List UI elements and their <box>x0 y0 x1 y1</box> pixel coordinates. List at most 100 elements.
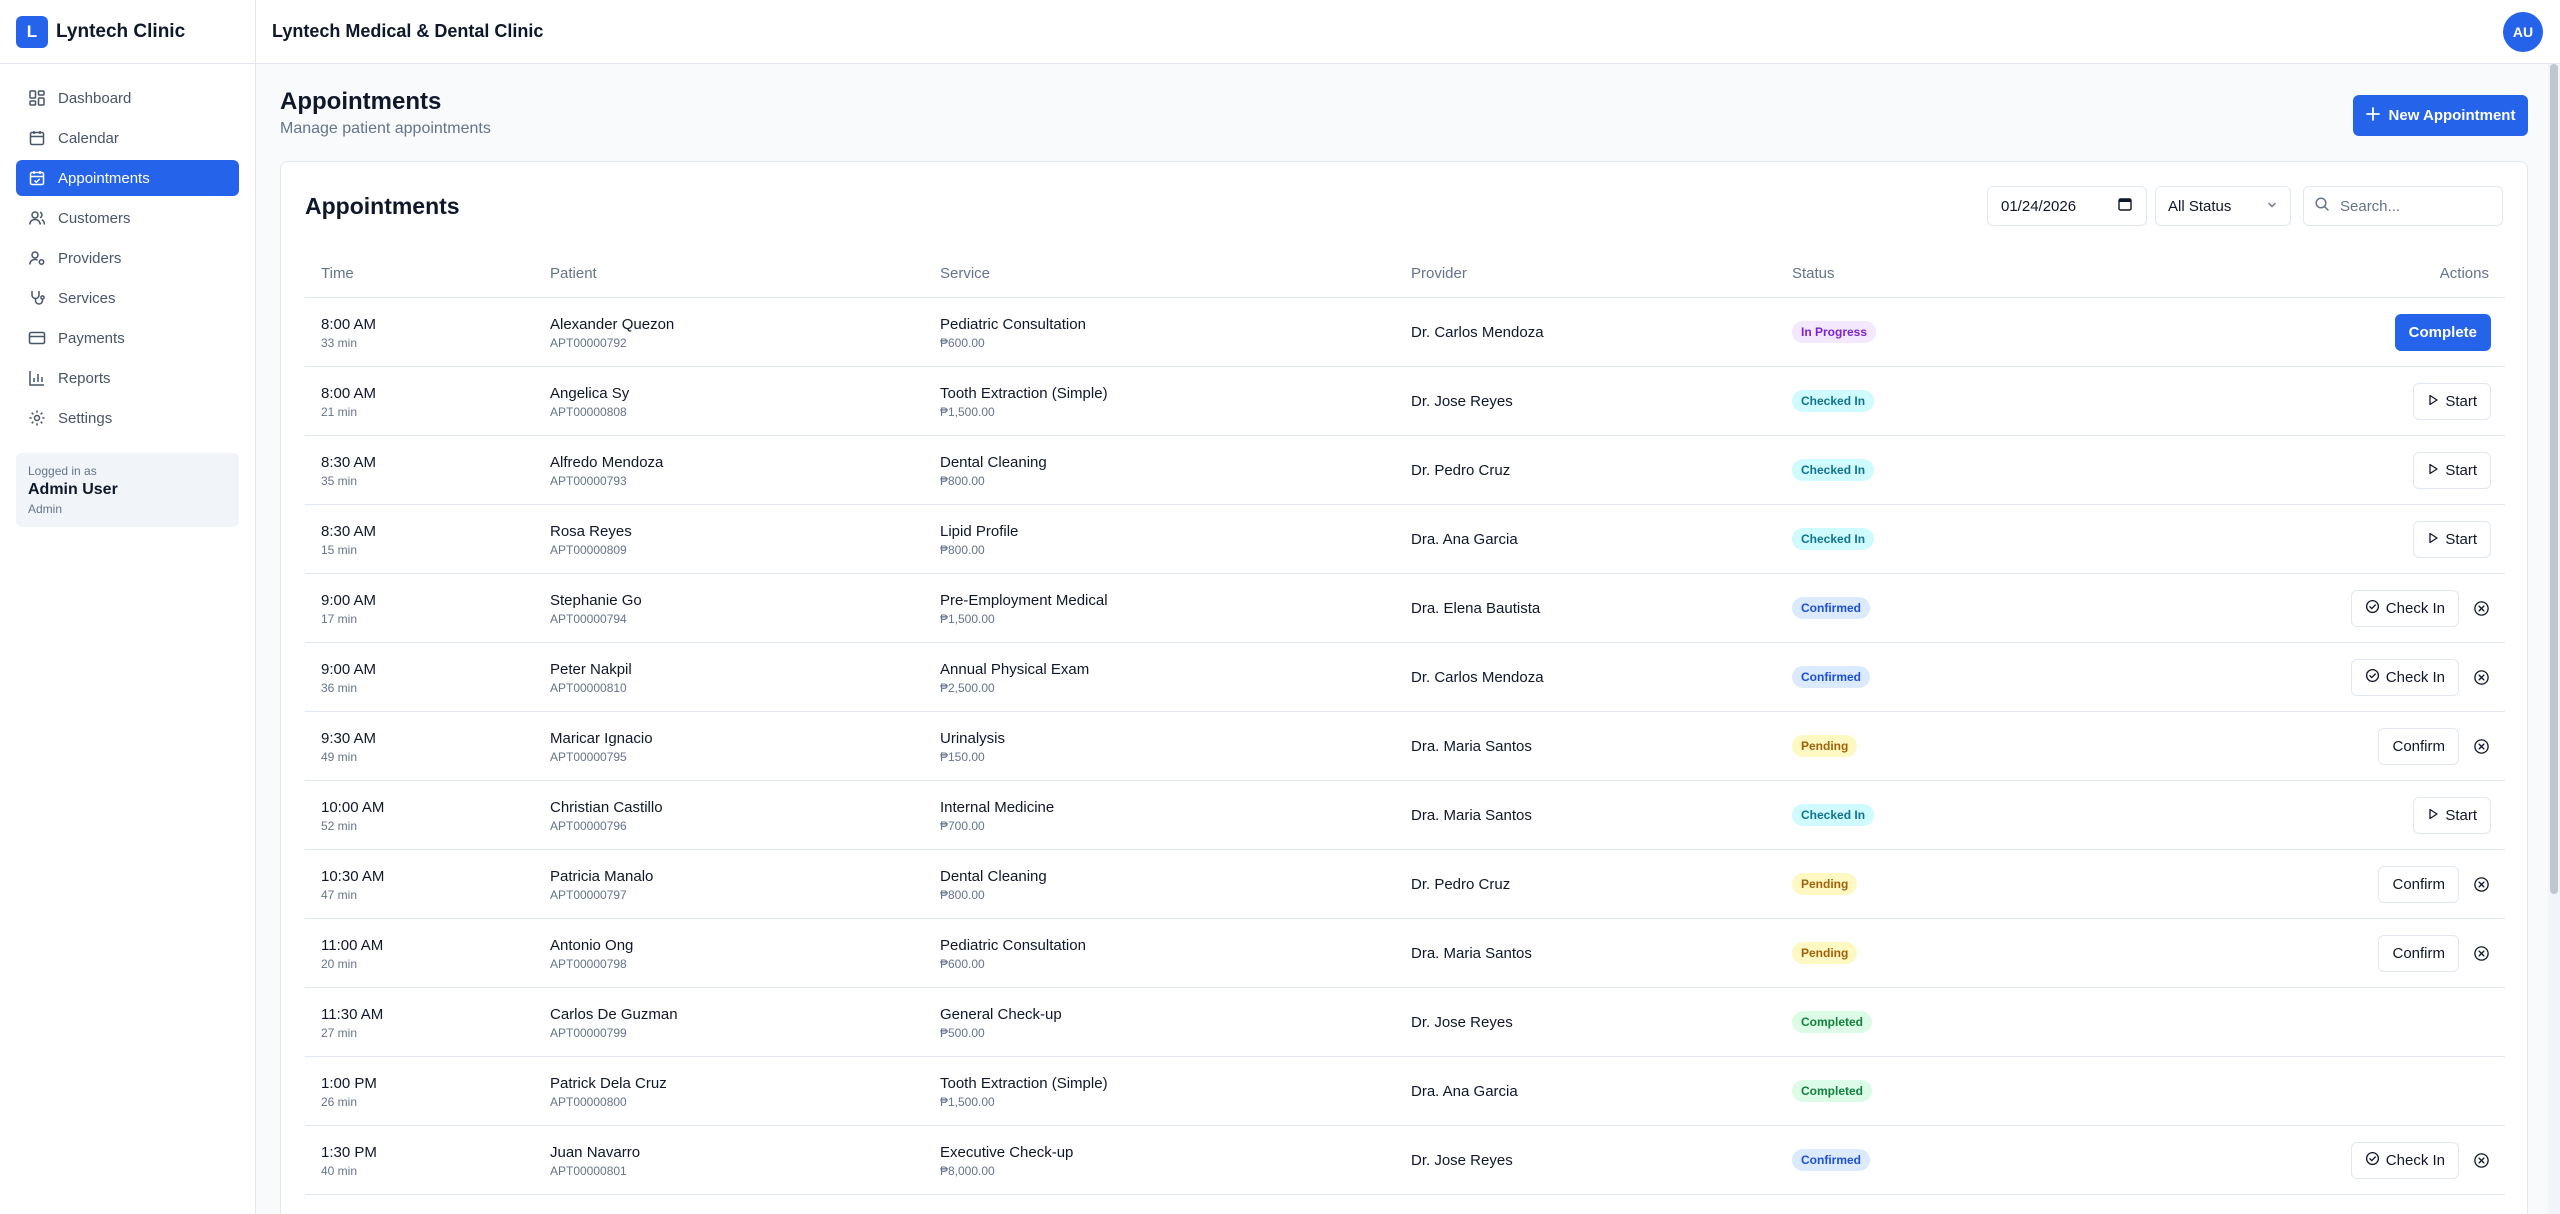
time-cell: 9:00 AM 17 min <box>321 592 376 626</box>
table-row[interactable]: 8:00 AM 33 min Alexander Quezon APT00000792… <box>305 298 2505 367</box>
scrollbar-thumb[interactable] <box>2550 64 2558 894</box>
search-input[interactable] <box>2340 197 2490 215</box>
start-button[interactable]: Start <box>2413 521 2491 558</box>
play-icon <box>2427 462 2439 479</box>
brand: L Lyntech Clinic <box>0 0 255 64</box>
sidebar-item-payments[interactable]: Payments <box>16 320 239 356</box>
search-box[interactable] <box>2303 186 2503 226</box>
cancel-icon[interactable] <box>2471 1151 2491 1171</box>
start-button[interactable]: Start <box>2413 797 2491 834</box>
table-row[interactable]: 9:00 AM 36 min Peter Nakpil APT00000810 Annu… <box>305 643 2505 712</box>
confirm-button[interactable]: Confirm <box>2378 935 2459 972</box>
patient-name: Angelica Sy <box>550 385 630 402</box>
row-actions: Start <box>2413 383 2491 420</box>
sidebar-item-providers[interactable]: Providers <box>16 240 239 276</box>
table-row[interactable]: 9:00 AM 17 min Stephanie Go APT00000794 Pre-… <box>305 574 2505 643</box>
confirm-button[interactable]: Confirm <box>2378 866 2459 903</box>
cancel-icon[interactable] <box>2471 668 2491 688</box>
table-row[interactable]: 8:30 AM 15 min Rosa Reyes APT00000809 Lipid … <box>305 505 2505 574</box>
service-price: ₱1,500.00 <box>940 1095 995 1109</box>
sidebar-item-label: Dashboard <box>58 89 132 107</box>
appointment-id: APT00000794 <box>550 612 627 626</box>
service-cell: Urinalysis ₱150.00 <box>940 730 1005 764</box>
col-status: Status <box>1792 265 1835 282</box>
sidebar-item-appointments[interactable]: Appointments <box>16 160 239 196</box>
confirm-label: Confirm <box>2392 738 2445 755</box>
start-button[interactable]: Start <box>2413 452 2491 489</box>
time-cell: 8:00 AM 33 min <box>321 316 376 350</box>
complete-label: Complete <box>2408 324 2477 341</box>
duration-value: 17 min <box>321 612 358 626</box>
sidebar-item-services[interactable]: Services <box>16 280 239 316</box>
table-row[interactable]: 1:30 PM 40 min Juan Navarro APT00000801 Exec… <box>305 1126 2505 1195</box>
cancel-icon[interactable] <box>2471 599 2491 619</box>
table-row[interactable]: 10:00 AM 52 min Christian Castillo APT00000… <box>305 781 2505 850</box>
appointment-id: APT00000809 <box>550 543 627 557</box>
service-price: ₱1,500.00 <box>940 612 995 626</box>
status-cell: Checked In <box>1792 528 1875 550</box>
sidebar-item-calendar[interactable]: Calendar <box>16 120 239 156</box>
calendar-check-icon <box>28 169 46 187</box>
page-subtitle: Manage patient appointments <box>280 120 491 137</box>
sidebar-item-customers[interactable]: Customers <box>16 200 239 236</box>
page-scrollbar[interactable] <box>2548 64 2560 1214</box>
duration-value: 20 min <box>321 957 358 971</box>
provider-name: Dr. Carlos Mendoza <box>1411 324 1544 341</box>
provider-name: Dr. Jose Reyes <box>1411 1152 1513 1169</box>
table-row[interactable]: 9:30 AM 49 min Maricar Ignacio APT00000795 U… <box>305 712 2505 781</box>
patient-cell: Carlos De Guzman APT00000799 <box>550 1006 678 1040</box>
cancel-icon[interactable] <box>2471 875 2491 895</box>
row-actions: Check In <box>2350 590 2491 627</box>
status-badge: Checked In <box>1792 804 1875 826</box>
start-button[interactable]: Start <box>2413 383 2491 420</box>
status-badge: Checked In <box>1792 528 1875 550</box>
confirm-button[interactable]: Confirm <box>2378 728 2459 765</box>
service-cell: Internal Medicine ₱700.00 <box>940 799 1054 833</box>
appointment-id: APT00000799 <box>550 1026 627 1040</box>
status-badge: Checked In <box>1792 459 1875 481</box>
table-row[interactable]: 8:30 AM 35 min Alfredo Mendoza APT00000793 D… <box>305 436 2505 505</box>
table-row[interactable]: 8:00 AM 21 min Angelica Sy APT00000808 Tooth… <box>305 367 2505 436</box>
check-in-label: Check In <box>2385 600 2445 617</box>
col-service: Service <box>940 265 991 282</box>
calendar-picker-icon[interactable] <box>2117 196 2133 216</box>
complete-button[interactable]: Complete <box>2394 314 2491 351</box>
service-cell: Dental Cleaning ₱800.00 <box>940 868 1047 902</box>
patient-cell: Maricar Ignacio APT00000795 <box>550 730 653 764</box>
service-name: General Check-up <box>940 1006 1062 1023</box>
patient-cell: Alexander Quezon APT00000792 <box>550 316 674 350</box>
time-value: 9:30 AM <box>321 730 377 747</box>
cancel-icon[interactable] <box>2471 944 2491 964</box>
check-in-button[interactable]: Check In <box>2350 1142 2459 1179</box>
table-row[interactable]: 10:30 AM 47 min Patricia Manalo APT00000797… <box>305 850 2505 919</box>
cancel-icon[interactable] <box>2471 737 2491 757</box>
user-name: Admin User <box>28 481 118 498</box>
sidebar-item-dashboard[interactable]: Dashboard <box>16 80 239 116</box>
check-in-button[interactable]: Check In <box>2350 659 2459 696</box>
table-row[interactable]: 1:00 PM 26 min Patrick Dela Cruz APT0000080… <box>305 1057 2505 1126</box>
status-filter-select[interactable]: All Status <box>2155 186 2291 226</box>
status-cell: Confirmed <box>1792 666 1870 688</box>
status-badge: Confirmed <box>1792 1149 1870 1171</box>
patient-name: Stephanie Go <box>550 592 642 609</box>
avatar[interactable]: AU <box>2503 12 2543 52</box>
table-row[interactable]: 11:00 AM 20 min Antonio Ong APT00000798 Pedi… <box>305 919 2505 988</box>
table-row[interactable]: 11:30 AM 27 min Carlos De Guzman APT0000079… <box>305 988 2505 1057</box>
check-in-button[interactable]: Check In <box>2350 590 2459 627</box>
patient-name: Alfredo Mendoza <box>550 454 664 471</box>
status-cell: In Progress <box>1792 321 1877 343</box>
provider-name: Dra. Ana Garcia <box>1411 531 1518 548</box>
time-cell: 10:30 AM 47 min <box>321 868 384 902</box>
status-badge: Pending <box>1792 735 1858 757</box>
time-cell: 1:00 PM 26 min <box>321 1075 377 1109</box>
provider-name: Dr. Jose Reyes <box>1411 393 1513 410</box>
sidebar-item-reports[interactable]: Reports <box>16 360 239 396</box>
time-cell: 11:30 AM 27 min <box>321 1006 383 1040</box>
appointment-id: APT00000796 <box>550 819 627 833</box>
sidebar-item-settings[interactable]: Settings <box>16 400 239 436</box>
date-filter-input[interactable]: 01/24/2026 <box>1987 186 2147 226</box>
appointments-card: Appointments 01/24/2026 All Status Time … <box>280 161 2528 1214</box>
service-price: ₱8,000.00 <box>940 1164 995 1178</box>
new-appointment-button[interactable]: New Appointment <box>2353 95 2528 136</box>
user-cog-icon <box>28 249 46 267</box>
